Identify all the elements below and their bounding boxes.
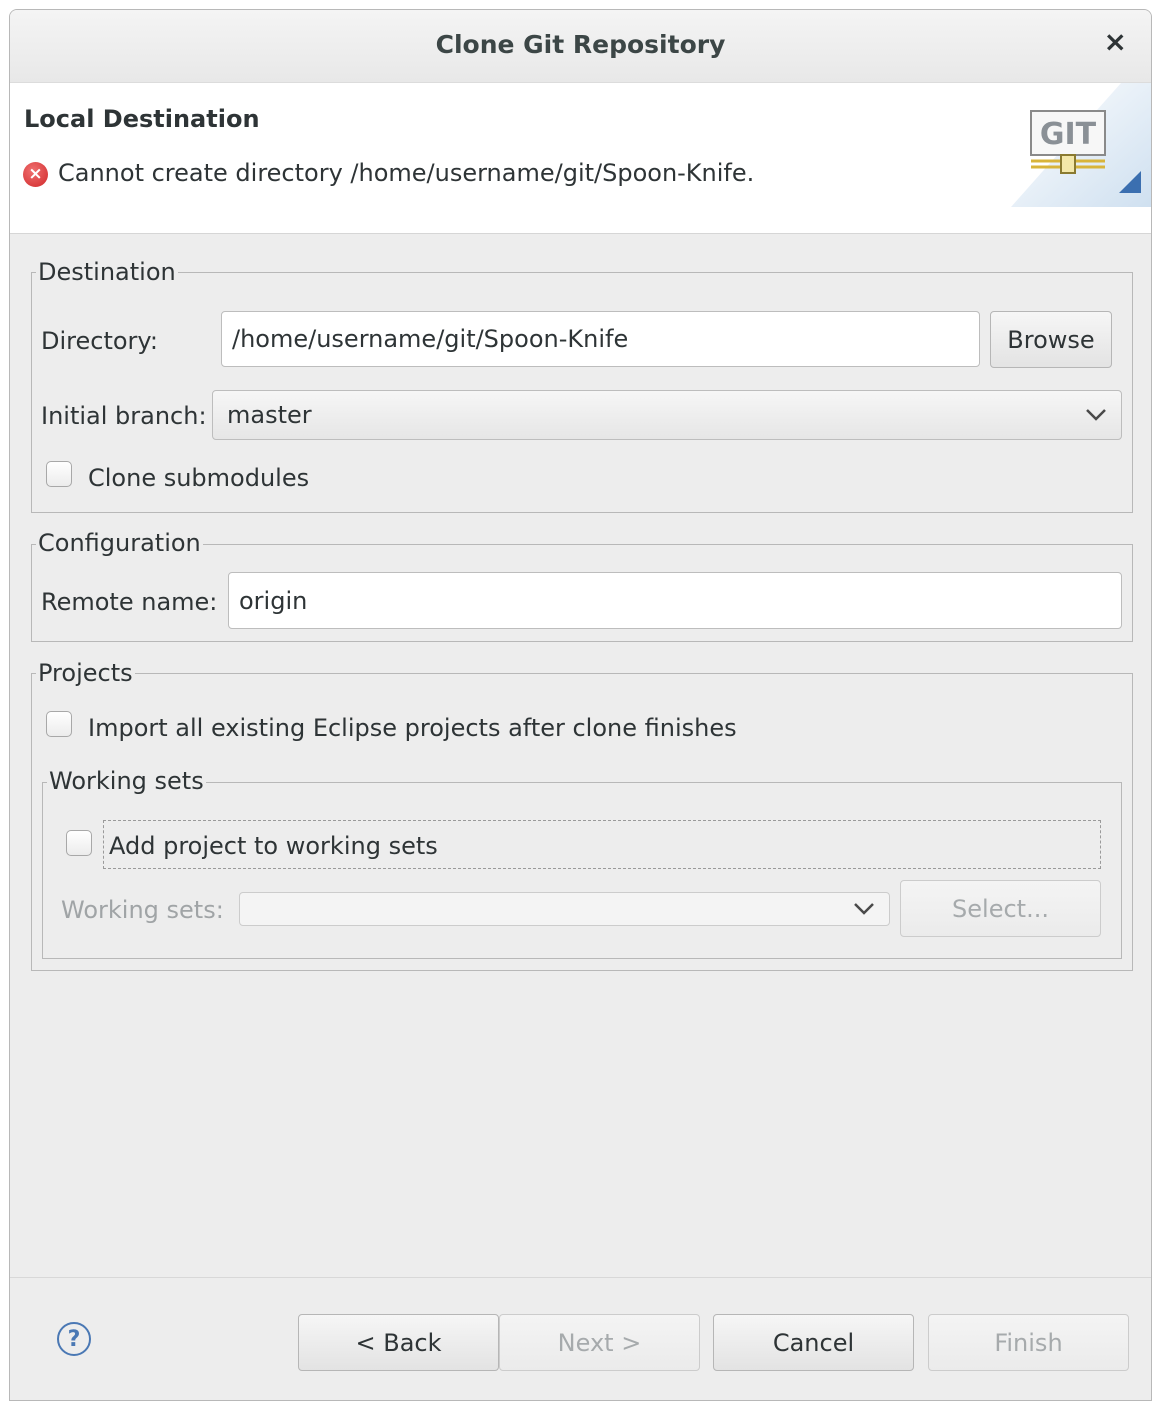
git-logo-icon: GIT	[1011, 83, 1151, 207]
import-projects-checkbox[interactable]	[46, 711, 72, 737]
clone-git-dialog: Clone Git Repository × Local Destination…	[9, 9, 1152, 1401]
add-to-working-sets-label[interactable]: Add project to working sets	[109, 832, 438, 860]
close-icon[interactable]: ×	[1104, 28, 1127, 56]
working-sets-group-label: Working sets	[47, 767, 206, 795]
next-button[interactable]: Next >	[499, 1314, 700, 1371]
window-title: Clone Git Repository	[435, 30, 726, 59]
directory-label: Directory:	[41, 327, 158, 355]
remote-name-input[interactable]: origin	[228, 572, 1122, 629]
back-button[interactable]: < Back	[298, 1314, 499, 1371]
projects-group-label: Projects	[36, 659, 135, 687]
working-sets-select[interactable]	[239, 892, 890, 926]
finish-button[interactable]: Finish	[928, 1314, 1129, 1371]
error-icon: ×	[23, 162, 48, 187]
initial-branch-select[interactable]: master	[212, 390, 1122, 440]
configuration-group-label: Configuration	[36, 529, 203, 557]
footer-separator	[10, 1277, 1151, 1278]
chevron-down-icon	[1086, 409, 1106, 421]
git-logo-text: GIT	[1040, 117, 1097, 152]
wizard-header: Local Destination × Cannot create direct…	[10, 83, 1151, 234]
directory-input[interactable]: /home/username/git/Spoon-Knife	[221, 311, 980, 367]
chevron-down-icon	[854, 903, 874, 915]
page-title: Local Destination	[24, 105, 260, 133]
remote-name-label: Remote name:	[41, 588, 218, 616]
add-to-working-sets-checkbox[interactable]	[66, 830, 92, 856]
initial-branch-value: master	[227, 401, 312, 429]
error-message: Cannot create directory /home/username/g…	[58, 159, 755, 187]
help-icon[interactable]: ?	[57, 1322, 91, 1356]
initial-branch-label: Initial branch:	[41, 402, 207, 430]
clone-submodules-label[interactable]: Clone submodules	[88, 464, 309, 492]
destination-group-label: Destination	[36, 258, 178, 286]
select-working-sets-button[interactable]: Select...	[900, 880, 1101, 937]
import-projects-label[interactable]: Import all existing Eclipse projects aft…	[88, 714, 737, 742]
clone-submodules-checkbox[interactable]	[46, 461, 72, 487]
browse-button[interactable]: Browse	[990, 311, 1112, 368]
title-bar: Clone Git Repository ×	[10, 10, 1151, 83]
cancel-button[interactable]: Cancel	[713, 1314, 914, 1371]
working-sets-label: Working sets:	[61, 896, 224, 924]
